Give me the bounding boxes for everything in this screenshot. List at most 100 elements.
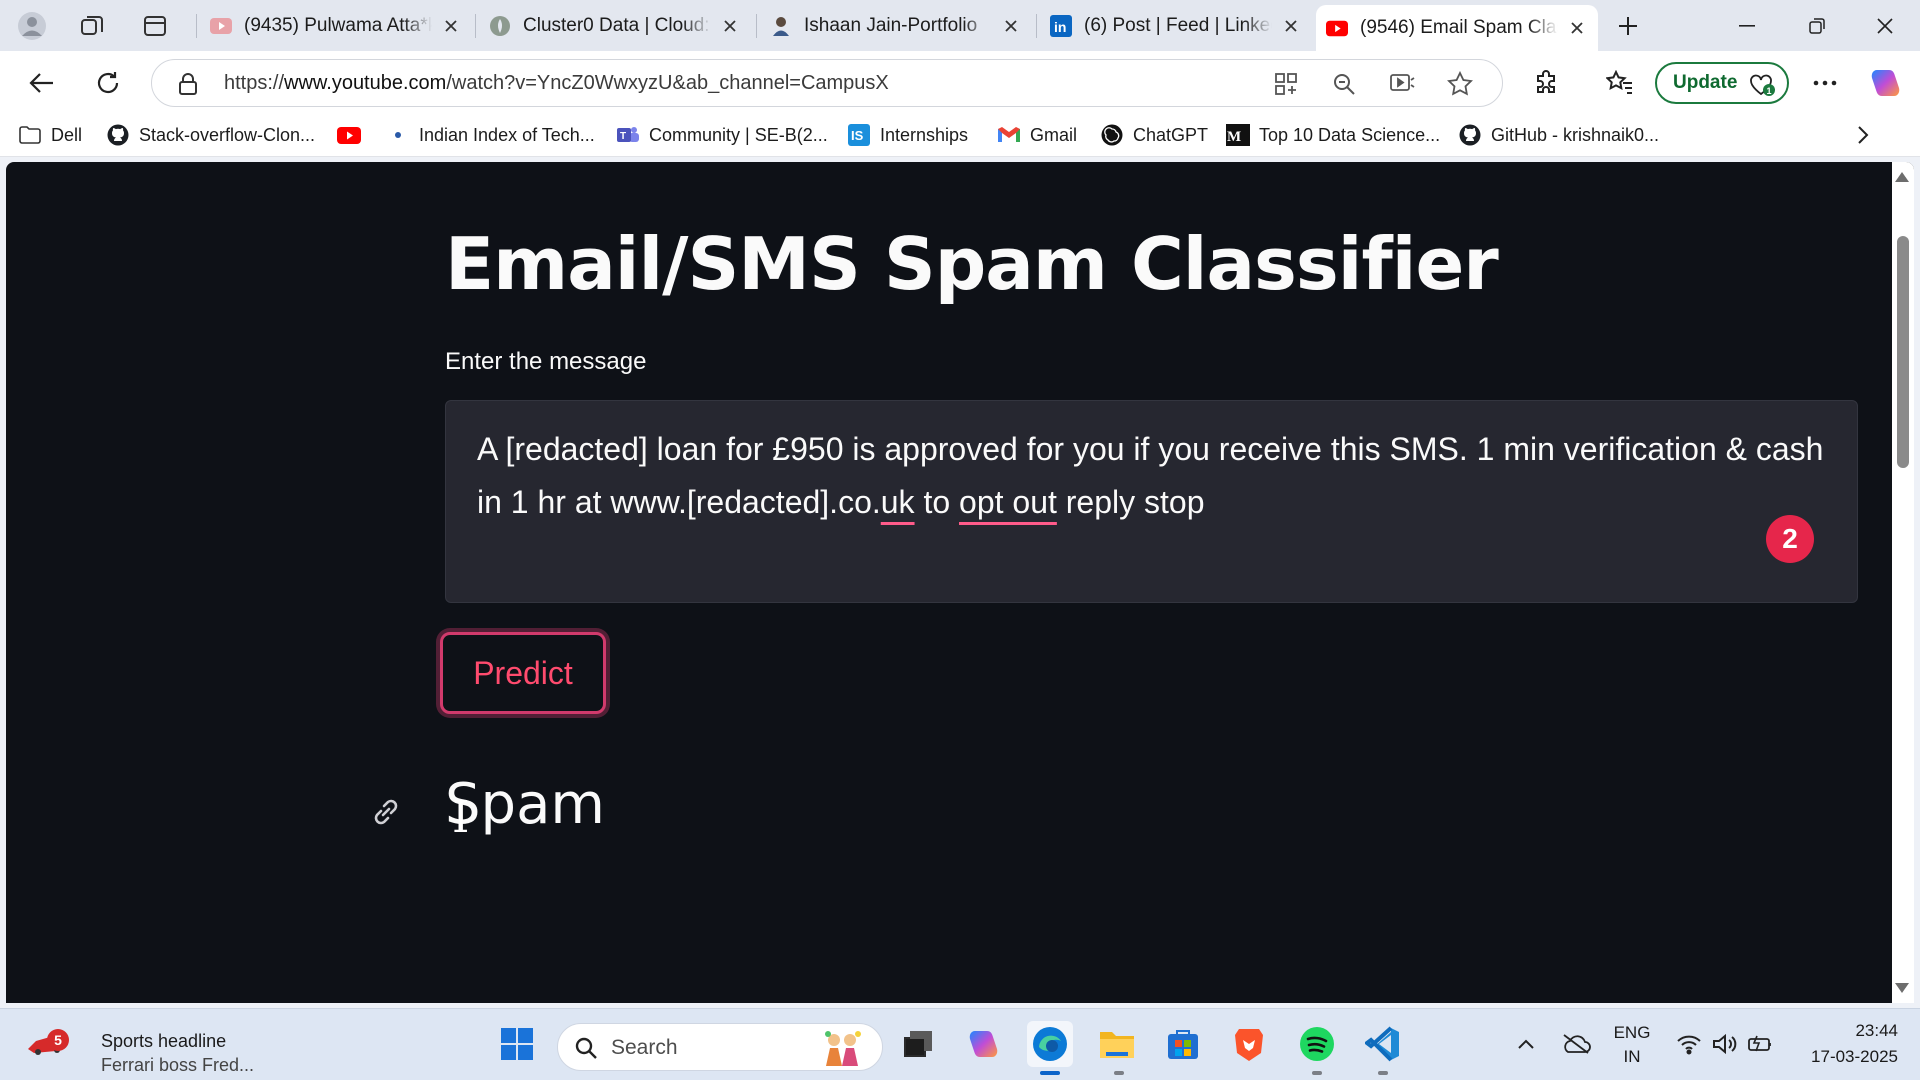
- battery-charging-icon[interactable]: [1738, 1021, 1784, 1067]
- tab-title: (9435) Pulwama Atta*k I: [244, 15, 432, 36]
- message-text[interactable]: A [redacted] loan for £950 is approved f…: [477, 423, 1827, 529]
- scrollbar-thumb[interactable]: [1897, 236, 1909, 468]
- anchor-link-icon[interactable]: [368, 794, 404, 830]
- running-app-indicator: [1378, 1071, 1388, 1075]
- tab-title: (9546) Email Spam Clas: [1360, 17, 1558, 38]
- more-options-icon[interactable]: [1805, 63, 1845, 103]
- bookmark-stack-overflow-clone[interactable]: Stack-overflow-Clon...: [106, 121, 315, 149]
- text-cursor-icon: I: [452, 792, 470, 843]
- brave-browser-icon[interactable]: [1226, 1021, 1272, 1067]
- tab-email-spam-classifier[interactable]: (9546) Email Spam Clas: [1316, 5, 1598, 51]
- bookmark-dell[interactable]: Dell: [18, 121, 82, 149]
- bookmark-top-10-data-science[interactable]: M Top 10 Data Science...: [1226, 121, 1440, 149]
- refresh-icon[interactable]: [88, 63, 128, 103]
- svg-text:M: M: [1227, 129, 1241, 145]
- news-widget[interactable]: 5 Sports headline Ferrari boss Fred...: [26, 1019, 256, 1075]
- message-textarea[interactable]: A [redacted] loan for £950 is approved f…: [445, 400, 1858, 603]
- tab-portfolio[interactable]: Ishaan Jain-Portfolio: [760, 5, 1032, 47]
- search-placeholder: Search: [611, 1036, 678, 1059]
- close-icon[interactable]: [1280, 19, 1302, 33]
- portfolio-avatar-icon: [770, 15, 792, 37]
- site-info-lock-icon[interactable]: [174, 70, 202, 98]
- bookmark-label: Community | SE-B(2...: [649, 124, 828, 145]
- edge-browser-icon[interactable]: [1027, 1021, 1073, 1067]
- url-domain: www.youtube.com: [284, 72, 447, 94]
- bookmark-internships[interactable]: IS Internships: [847, 121, 968, 149]
- grammarly-issue-badge[interactable]: 2: [1766, 515, 1814, 563]
- app-available-icon[interactable]: [1272, 70, 1300, 98]
- tab-pulwama[interactable]: (9435) Pulwama Atta*k I: [200, 5, 472, 47]
- bookmark-youtube[interactable]: [337, 121, 370, 149]
- windows-start-icon[interactable]: [494, 1021, 540, 1067]
- youtube-icon: [337, 123, 361, 147]
- new-tab-icon[interactable]: [1610, 8, 1646, 44]
- bookmark-indian-index[interactable]: Indian Index of Tech...: [386, 121, 595, 149]
- url-path: /watch?v=YncZ0WwxyzU&ab_channel=CampusX: [446, 72, 889, 94]
- holi-festival-icon: [825, 1031, 861, 1066]
- bookmark-gmail[interactable]: Gmail: [997, 121, 1077, 149]
- show-hidden-icons-chevron-icon[interactable]: [1503, 1021, 1549, 1067]
- onedrive-offline-icon[interactable]: [1553, 1021, 1599, 1067]
- taskbar-search-box[interactable]: Search: [557, 1023, 883, 1071]
- tab-linkedin[interactable]: in (6) Post | Feed | LinkedIn: [1040, 5, 1312, 47]
- back-arrow-icon[interactable]: [22, 63, 62, 103]
- bookmarks-bar: Dell Stack-overflow-Clon... Indian Index…: [0, 113, 1920, 157]
- svg-text:in: in: [1054, 19, 1066, 35]
- update-button[interactable]: Update 1: [1655, 62, 1789, 104]
- running-app-indicator: [1312, 1071, 1322, 1075]
- github-icon: [1458, 123, 1482, 147]
- update-heart-icon: 1: [1749, 73, 1775, 103]
- page-title: Email/SMS Spam Classifier: [445, 222, 1499, 306]
- bookmark-label: Indian Index of Tech...: [419, 124, 595, 145]
- copilot-taskbar-icon[interactable]: [961, 1021, 1007, 1067]
- clock-time: 23:44: [1855, 1021, 1898, 1040]
- extensions-icon[interactable]: [1526, 63, 1566, 103]
- url-text[interactable]: https://www.youtube.com/watch?v=YncZ0Wwx…: [224, 72, 889, 95]
- close-window-icon[interactable]: [1850, 0, 1920, 51]
- zoom-out-icon[interactable]: [1330, 70, 1358, 98]
- tab-cluster0[interactable]: Cluster0 Data | Cloud: M: [479, 5, 751, 47]
- scroll-up-arrow-icon[interactable]: [1895, 172, 1909, 182]
- page-scrollbar[interactable]: [1892, 162, 1914, 1003]
- favorite-star-icon[interactable]: [1446, 70, 1474, 98]
- gmail-icon: [997, 123, 1021, 147]
- site-dot-icon: [386, 123, 410, 147]
- restore-icon[interactable]: [1782, 0, 1852, 51]
- bookmark-label: GitHub - krishnaik0...: [1491, 124, 1660, 145]
- address-bar[interactable]: https://www.youtube.com/watch?v=YncZ0Wwx…: [151, 59, 1503, 107]
- tab-title: Cluster0 Data | Cloud: M: [523, 15, 711, 36]
- language-code: ENG: [1613, 1023, 1651, 1042]
- file-explorer-icon[interactable]: [1094, 1021, 1140, 1067]
- running-app-indicator: [1114, 1071, 1124, 1075]
- copilot-icon[interactable]: [1866, 63, 1906, 103]
- profile-avatar-icon[interactable]: [14, 8, 50, 44]
- bookmarks-overflow-chevron-icon[interactable]: [1856, 121, 1870, 149]
- youtube-icon: [210, 15, 232, 37]
- favorites-icon[interactable]: [1600, 63, 1640, 103]
- close-icon[interactable]: [440, 19, 462, 33]
- bookmark-label: Top 10 Data Science...: [1259, 124, 1441, 145]
- bookmark-label: Gmail: [1030, 124, 1078, 145]
- microsoft-store-icon[interactable]: [1160, 1021, 1206, 1067]
- windows-taskbar: 5 Sports headline Ferrari boss Fred... S…: [0, 1008, 1920, 1080]
- bookmark-chatgpt[interactable]: ChatGPT: [1100, 121, 1208, 149]
- predict-button[interactable]: Predict: [440, 632, 606, 714]
- language-indicator[interactable]: ENG IN: [1613, 1023, 1651, 1067]
- page-viewport: Email/SMS Spam Classifier Enter the mess…: [6, 162, 1914, 1003]
- clock[interactable]: 23:44 17-03-2025: [1786, 1021, 1898, 1067]
- task-view-icon[interactable]: [895, 1021, 941, 1067]
- spotify-icon[interactable]: [1294, 1021, 1340, 1067]
- close-icon[interactable]: [1000, 19, 1022, 33]
- close-icon[interactable]: [1566, 21, 1588, 35]
- youtube-icon: [1326, 17, 1348, 39]
- workspaces-icon[interactable]: [74, 8, 110, 44]
- vscode-icon[interactable]: [1360, 1021, 1406, 1067]
- close-icon[interactable]: [719, 19, 741, 33]
- vertical-tabs-icon[interactable]: [137, 8, 173, 44]
- url-scheme: https://: [224, 72, 285, 94]
- bookmark-github-krishnaik[interactable]: GitHub - krishnaik0...: [1458, 121, 1659, 149]
- scroll-down-arrow-icon[interactable]: [1895, 983, 1909, 993]
- read-aloud-icon[interactable]: [1388, 70, 1416, 98]
- bookmark-community[interactable]: T Community | SE-B(2...: [616, 121, 828, 149]
- minimize-icon[interactable]: [1712, 0, 1782, 51]
